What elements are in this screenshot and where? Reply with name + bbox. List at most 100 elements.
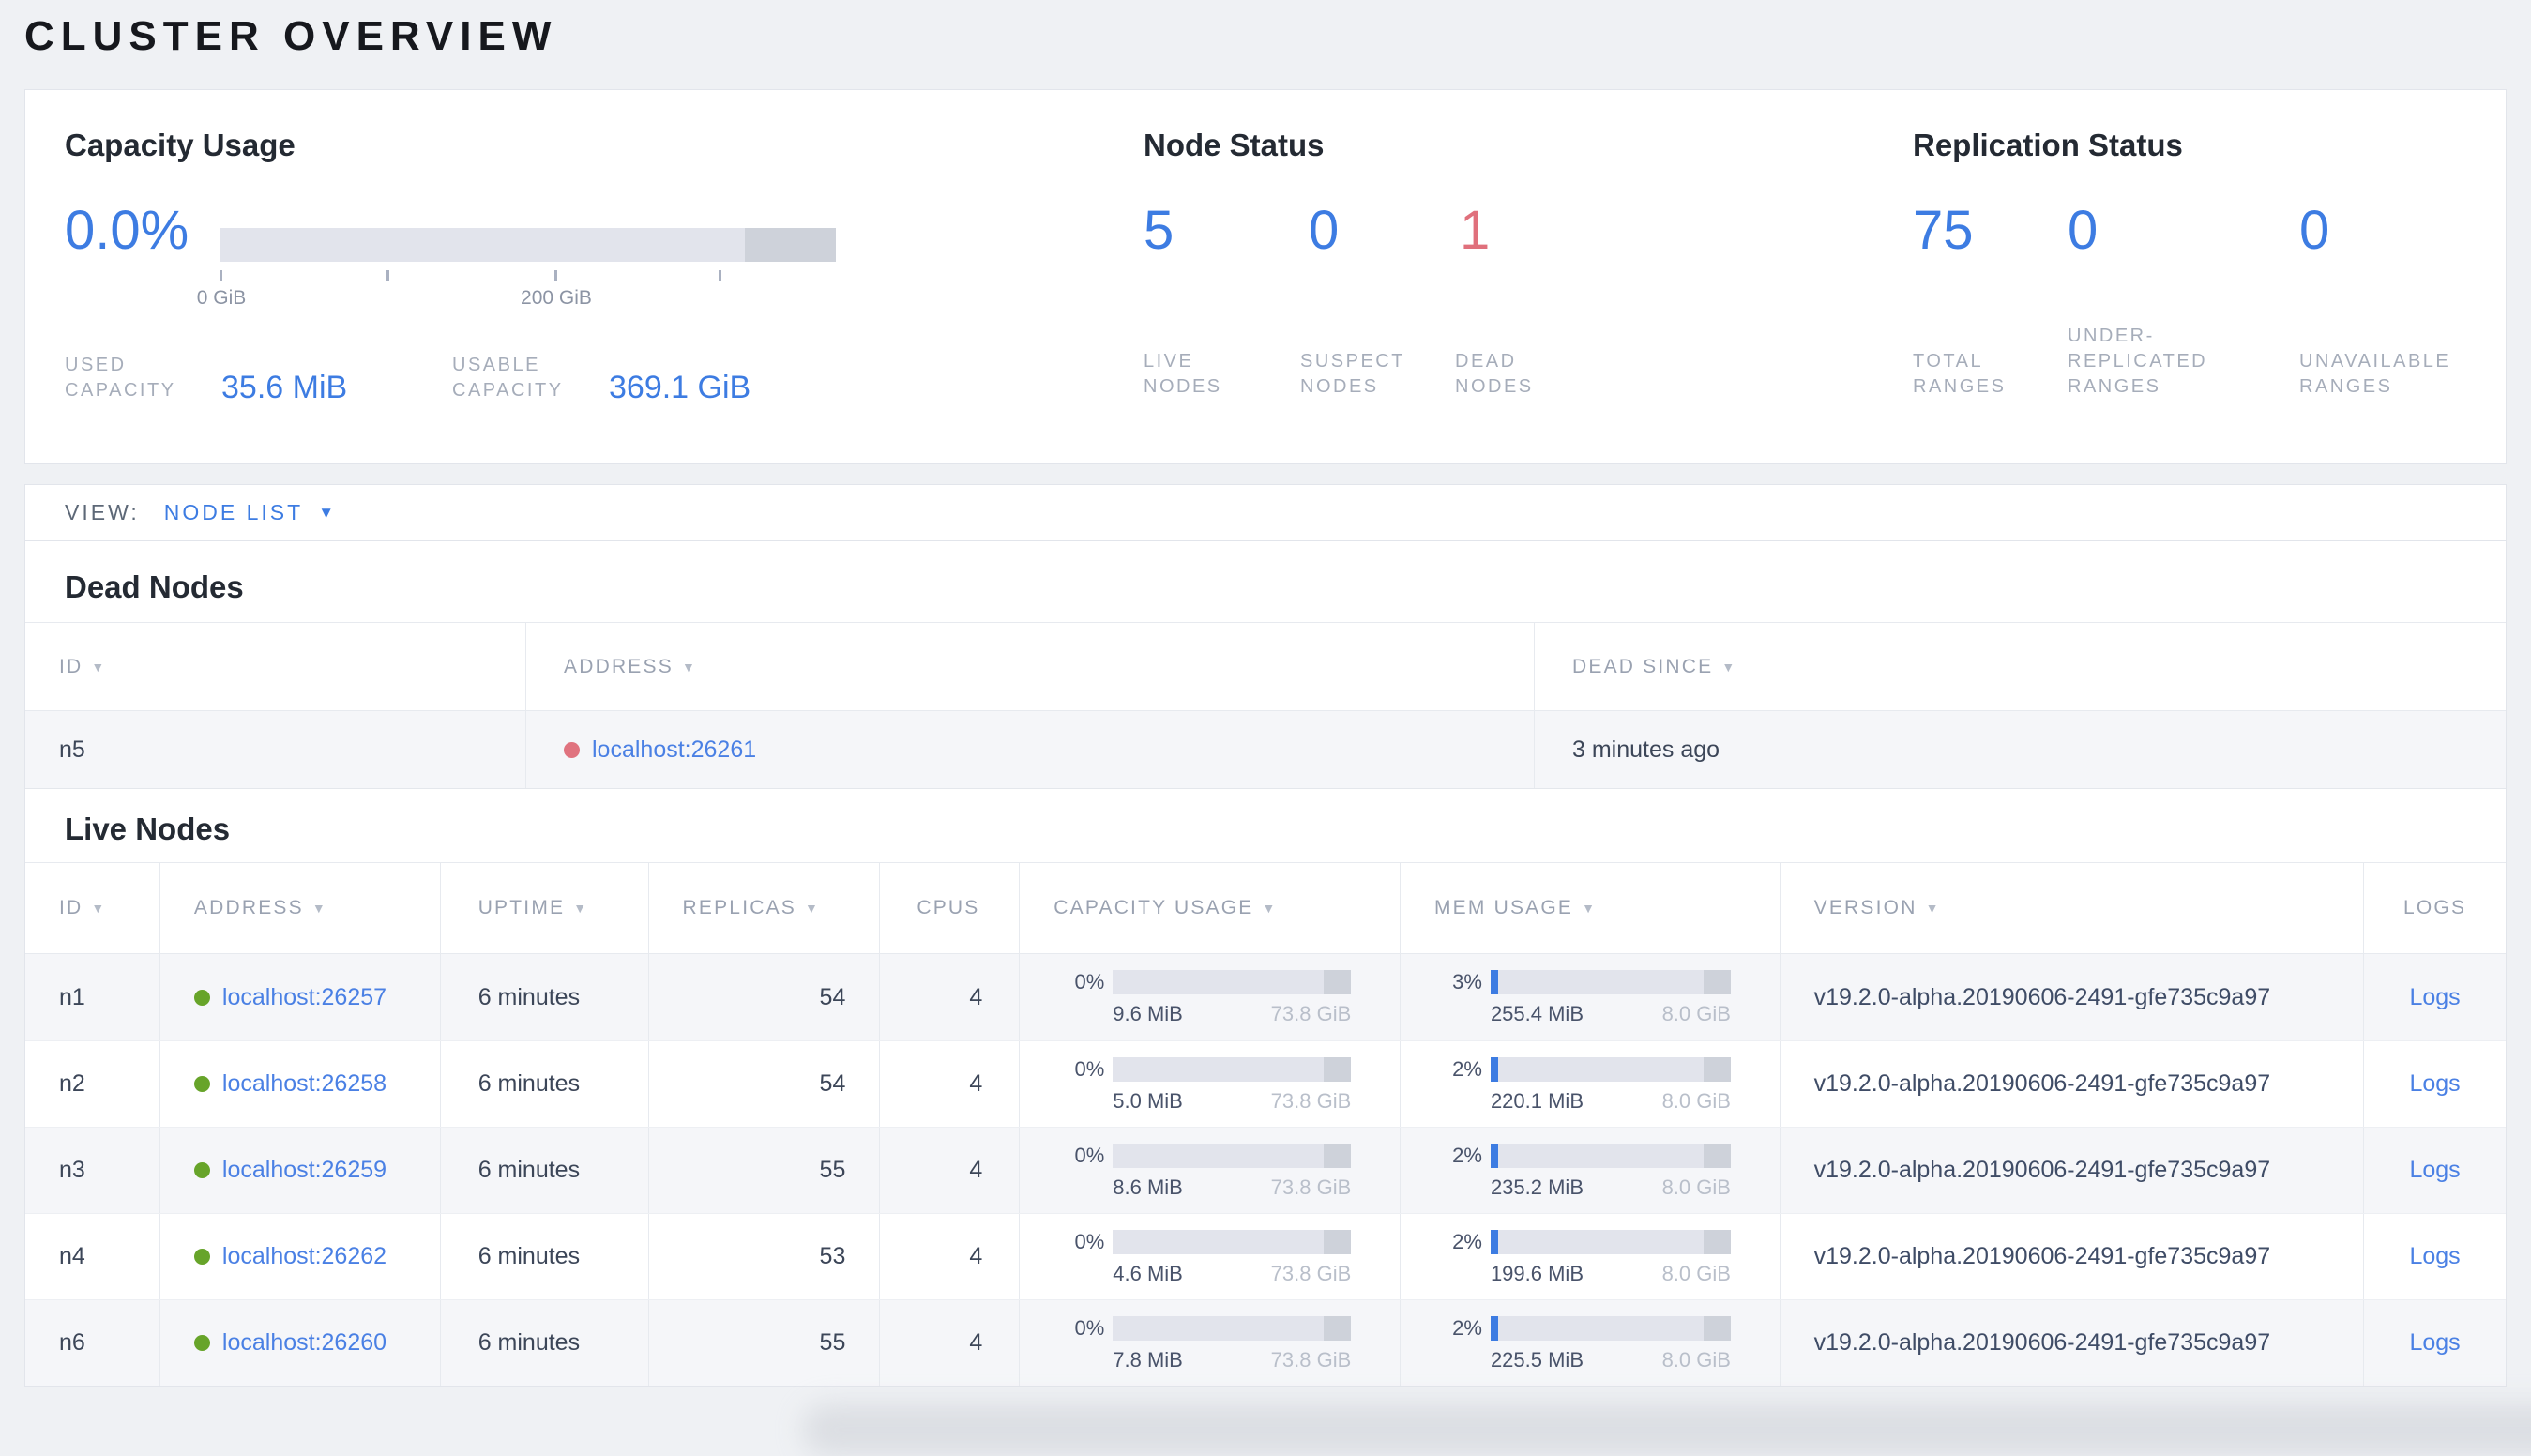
capacity-percent-label: 0%: [1074, 970, 1105, 993]
capacity-bar: [1113, 1316, 1352, 1341]
dead-since-cell: 3 minutes ago: [1572, 736, 1720, 763]
live-node-row: n6 localhost:26260 6 minutes 55 4 0% 7.8…: [25, 1299, 2506, 1386]
capacity-used-value: 7.8 MiB: [1113, 1348, 1183, 1372]
cpus-cell: 4: [880, 1128, 1021, 1213]
capacity-meter: 0% 5.0 MiB 73.8 GiB: [1074, 1057, 1352, 1114]
mem-bar-used-fill: [1490, 1057, 1498, 1082]
logs-link[interactable]: Logs: [2409, 1243, 2460, 1270]
mem-percent-label: 2%: [1452, 1057, 1482, 1081]
node-address-cell: localhost:26259: [160, 1128, 441, 1213]
column-header-dead-since[interactable]: DEAD SINCE ▼: [1535, 623, 2506, 710]
node-id-cell: n4: [25, 1214, 160, 1299]
capacity-usage-cell: 0% 5.0 MiB 73.8 GiB: [1020, 1041, 1401, 1127]
column-header-id[interactable]: ID ▼: [25, 863, 160, 953]
logs-link[interactable]: Logs: [2409, 1157, 2460, 1184]
under-replicated-ranges-label: UNDER-REPLICATED RANGES: [2068, 326, 2208, 397]
mem-bar-reserved-segment: [1703, 1057, 1731, 1082]
live-node-row: n4 localhost:26262 6 minutes 53 4 0% 4.6…: [25, 1213, 2506, 1299]
node-id-cell: n6: [25, 1300, 160, 1386]
live-node-row: n2 localhost:26258 6 minutes 54 4 0% 5.0…: [25, 1040, 2506, 1127]
logs-link[interactable]: Logs: [2409, 1070, 2460, 1098]
column-header-mem-usage[interactable]: MEM USAGE ▼: [1401, 863, 1781, 953]
page-title: CLUSTER OVERVIEW: [24, 13, 558, 59]
view-mode-dropdown[interactable]: NODE LIST ▼: [164, 500, 334, 525]
version-cell: v19.2.0-alpha.20190606-2491-gfe735c9a97: [1781, 1041, 2365, 1127]
replicas-cell: 55: [649, 1128, 881, 1213]
replicas-cell: 54: [649, 1041, 881, 1127]
usable-capacity-value: 369.1 GiB: [609, 370, 751, 405]
column-header-address[interactable]: ADDRESS ▼: [526, 623, 1535, 710]
node-address-link[interactable]: localhost:26259: [222, 1157, 386, 1184]
column-header-capacity-usage[interactable]: CAPACITY USAGE ▼: [1020, 863, 1401, 953]
node-address-link[interactable]: localhost:26262: [222, 1243, 386, 1270]
capacity-usage-cell: 0% 7.8 MiB 73.8 GiB: [1020, 1300, 1401, 1386]
node-address-link[interactable]: localhost:26260: [222, 1329, 386, 1357]
mem-bar: [1490, 1316, 1731, 1341]
live-nodes-table: ID ▼ ADDRESS ▼ UPTIME ▼ REPLICAS ▼ CPUS CAPA…: [25, 862, 2506, 1386]
node-id-cell: n2: [25, 1041, 160, 1127]
logs-cell: Logs: [2364, 1041, 2506, 1127]
mem-meter: 2% 225.5 MiB 8.0 GiB: [1452, 1316, 1731, 1373]
column-header-uptime[interactable]: UPTIME ▼: [441, 863, 649, 953]
mem-usage-cell: 2% 225.5 MiB 8.0 GiB: [1401, 1300, 1781, 1386]
capacity-bar-reserved-segment: [1324, 1144, 1352, 1168]
mem-bar-reserved-segment: [1703, 1144, 1731, 1168]
mem-percent-label: 2%: [1452, 1144, 1482, 1167]
mem-bar-used-fill: [1490, 970, 1498, 994]
node-address-link[interactable]: localhost:26261: [592, 736, 756, 764]
total-ranges-count: 75: [1913, 200, 1974, 261]
column-header-version[interactable]: VERSION ▼: [1781, 863, 2365, 953]
capacity-bar-reserved-segment: [1324, 1230, 1352, 1254]
capacity-usage-heading: Capacity Usage: [65, 128, 296, 162]
window-shadow: [802, 1403, 2531, 1456]
mem-bar: [1490, 970, 1731, 994]
capacity-usage-cell: 0% 8.6 MiB 73.8 GiB: [1020, 1128, 1401, 1213]
axis-tick: [719, 270, 721, 281]
suspect-nodes-label: SUSPECT NODES: [1300, 351, 1405, 397]
capacity-total-value: 73.8 GiB: [1270, 1348, 1352, 1372]
cpus-cell: 4: [880, 1214, 1021, 1299]
column-header-address[interactable]: ADDRESS ▼: [160, 863, 441, 953]
logs-link[interactable]: Logs: [2409, 984, 2460, 1011]
logs-cell: Logs: [2364, 1128, 2506, 1213]
mem-bar-used-fill: [1490, 1230, 1498, 1254]
node-status-heading: Node Status: [1144, 128, 1325, 162]
capacity-percent-label: 0%: [1074, 1057, 1105, 1081]
mem-meter: 3% 255.4 MiB 8.0 GiB: [1452, 970, 1731, 1026]
sort-desc-icon: ▼: [1262, 901, 1278, 916]
mem-total-value: 8.0 GiB: [1661, 1089, 1731, 1113]
node-address-link[interactable]: localhost:26258: [222, 1070, 386, 1098]
capacity-bar: [1113, 1230, 1352, 1254]
mem-percent-label: 2%: [1452, 1316, 1482, 1340]
column-header-replicas[interactable]: REPLICAS ▼: [649, 863, 881, 953]
cpus-cell: 4: [880, 1300, 1021, 1386]
column-header-id[interactable]: ID ▼: [25, 623, 526, 710]
live-status-dot-icon: [193, 1249, 210, 1265]
node-address-link[interactable]: localhost:26257: [222, 984, 386, 1011]
mem-percent-label: 2%: [1452, 1230, 1482, 1253]
mem-used-value: 199.6 MiB: [1490, 1262, 1584, 1285]
capacity-usage-bar: [220, 228, 836, 262]
sort-desc-icon: ▼: [681, 659, 697, 675]
uptime-cell: 6 minutes: [441, 1128, 649, 1213]
sort-desc-icon: ▼: [311, 901, 327, 916]
mem-meter: 2% 220.1 MiB 8.0 GiB: [1452, 1057, 1731, 1114]
mem-total-value: 8.0 GiB: [1661, 1262, 1731, 1285]
replicas-cell: 55: [649, 1300, 881, 1386]
dead-node-row: n5 localhost:26261 3 minutes ago: [25, 711, 2506, 788]
dead-nodes-table: ID ▼ ADDRESS ▼ DEAD SINCE ▼ n5 localhost:26…: [25, 622, 2506, 789]
capacity-meter: 0% 9.6 MiB 73.8 GiB: [1074, 970, 1352, 1026]
capacity-percent-label: 0%: [1074, 1144, 1105, 1167]
mem-used-value: 235.2 MiB: [1490, 1175, 1584, 1199]
used-capacity-label: USED CAPACITY: [65, 355, 176, 401]
column-header-cpus[interactable]: CPUS: [880, 863, 1021, 953]
capacity-total-value: 73.8 GiB: [1270, 1175, 1352, 1199]
cpus-cell: 4: [880, 954, 1021, 1040]
live-status-dot-icon: [193, 1335, 210, 1351]
dead-status-dot-icon: [564, 741, 580, 758]
node-address-cell: localhost:26261: [526, 711, 1535, 788]
mem-bar: [1490, 1057, 1731, 1082]
logs-link[interactable]: Logs: [2409, 1329, 2460, 1357]
logs-cell: Logs: [2364, 1214, 2506, 1299]
dead-nodes-label: DEAD NODES: [1455, 351, 1534, 397]
